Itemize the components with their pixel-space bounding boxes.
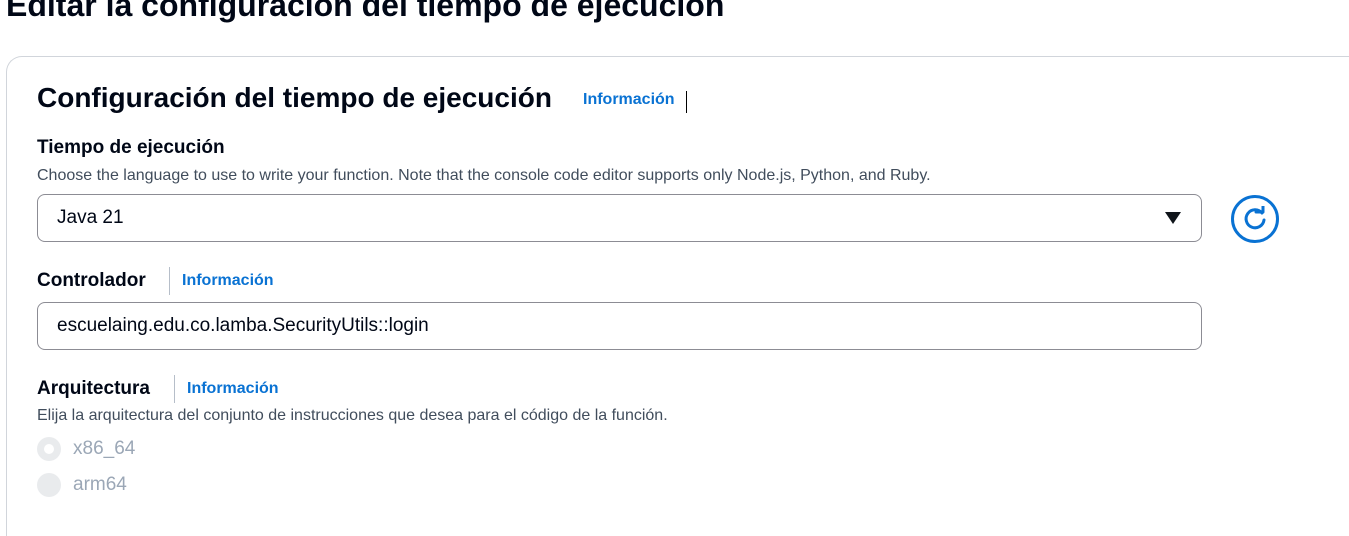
architecture-info-link[interactable]: Información [187, 380, 279, 398]
handler-value: escuelaing.edu.co.lamba.SecurityUtils::l… [57, 315, 429, 336]
refresh-runtimes-button[interactable] [1231, 195, 1279, 243]
text-cursor [686, 91, 687, 113]
radio-label-arm64: arm64 [73, 474, 127, 495]
section-info-link[interactable]: Información [583, 91, 675, 108]
handler-input[interactable]: escuelaing.edu.co.lamba.SecurityUtils::l… [37, 302, 1202, 350]
runtime-description: Choose the language to use to write your… [37, 167, 931, 184]
architecture-description: Elija la arquitectura del conjunto de in… [37, 407, 668, 424]
architecture-label: Arquitectura [37, 378, 150, 399]
handler-info-link[interactable]: Información [182, 272, 274, 290]
runtime-selected-value: Java 21 [57, 207, 124, 228]
architecture-divider [174, 375, 175, 403]
handler-divider [169, 267, 170, 295]
radio-button-x86-64[interactable] [37, 437, 61, 461]
page-title: Editar la configuración del tiempo de ej… [6, 0, 725, 23]
runtime-select[interactable]: Java 21 [37, 194, 1202, 242]
runtime-settings-panel [6, 56, 1349, 536]
radio-button-arm64[interactable] [37, 473, 61, 497]
runtime-label: Tiempo de ejecución [37, 137, 225, 158]
handler-label: Controlador [37, 270, 146, 291]
caret-down-icon [1165, 212, 1181, 224]
refresh-icon [1244, 206, 1266, 230]
radio-label-x86-64: x86_64 [73, 438, 136, 459]
section-title: Configuración del tiempo de ejecución [37, 82, 552, 113]
